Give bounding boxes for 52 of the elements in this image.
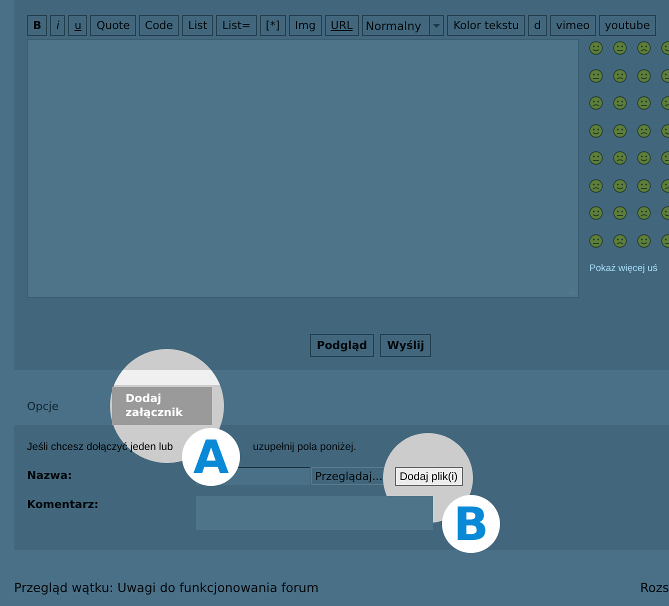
- smiley-icon[interactable]: [589, 96, 604, 110]
- submit-button[interactable]: Wyślij: [380, 334, 432, 357]
- smiley-icon[interactable]: [589, 206, 604, 220]
- format-button[interactable]: youtube: [598, 15, 656, 36]
- smiley-icon[interactable]: [613, 96, 628, 110]
- format-button[interactable]: List=: [216, 15, 257, 36]
- smiley-icon[interactable]: [589, 41, 604, 55]
- format-button[interactable]: Kolor tekstu: [447, 15, 525, 36]
- format-button[interactable]: URL: [324, 15, 359, 36]
- tab[interactable]: Opcje: [27, 387, 69, 425]
- smiley-icon[interactable]: [637, 96, 652, 110]
- format-button[interactable]: Code: [138, 15, 180, 36]
- smiley-icon[interactable]: [589, 234, 604, 248]
- format-button[interactable]: Img: [288, 15, 322, 36]
- smiley-icon[interactable]: [589, 178, 604, 192]
- field-label: Komentarz:: [27, 497, 100, 511]
- smiley-icon[interactable]: [637, 151, 652, 165]
- smiley-icon[interactable]: [613, 124, 628, 138]
- smiley-icon[interactable]: [613, 178, 628, 192]
- format-button[interactable]: d: [528, 15, 547, 36]
- more-smileys-link[interactable]: Pokaż więcej uś: [589, 263, 669, 274]
- format-button[interactable]: Quote: [90, 15, 136, 36]
- smiley-icon[interactable]: [637, 206, 652, 220]
- tab[interactable]: Dodaj załącznik: [112, 387, 212, 425]
- format-button[interactable]: i: [50, 15, 66, 36]
- smiley-icon[interactable]: [613, 41, 628, 55]
- smiley-icon[interactable]: [637, 178, 652, 192]
- format-button[interactable]: vimeo: [550, 15, 596, 36]
- format-button[interactable]: List: [182, 15, 214, 36]
- smiley-icon[interactable]: [613, 206, 628, 220]
- add-file-button[interactable]: Dodaj plik(i): [394, 467, 463, 486]
- smiley-icon[interactable]: [637, 124, 652, 138]
- intro-text: Jeśli chcesz dołączyć jeden lub: [27, 441, 173, 453]
- expand-link[interactable]: Rozs: [640, 580, 669, 595]
- intro-text: uzupełnij pola poniżej.: [252, 441, 356, 453]
- format-button[interactable]: B: [27, 15, 48, 36]
- submit-button[interactable]: Podgląd: [310, 334, 374, 357]
- smiley-icon[interactable]: [589, 151, 604, 165]
- thread-review-title: Przegląd wątku: Uwagi do funkcjonowania forum: [14, 580, 319, 595]
- font-size-dropdown[interactable]: Normalny: [362, 15, 444, 36]
- smiley-icon[interactable]: [613, 68, 628, 82]
- smiley-icon[interactable]: [589, 68, 604, 82]
- smiley-icon[interactable]: [637, 41, 652, 55]
- format-button[interactable]: u: [68, 15, 88, 36]
- smiley-icon[interactable]: [613, 151, 628, 165]
- smiley-icon[interactable]: [589, 124, 604, 138]
- smiley-icon[interactable]: [637, 68, 652, 82]
- field-label: Nazwa:: [27, 468, 74, 482]
- format-button[interactable]: [*]: [260, 15, 286, 36]
- smiley-icon[interactable]: [637, 234, 652, 248]
- smiley-icon[interactable]: [613, 234, 628, 248]
- browse-button[interactable]: Przeglądaj...: [311, 467, 387, 485]
